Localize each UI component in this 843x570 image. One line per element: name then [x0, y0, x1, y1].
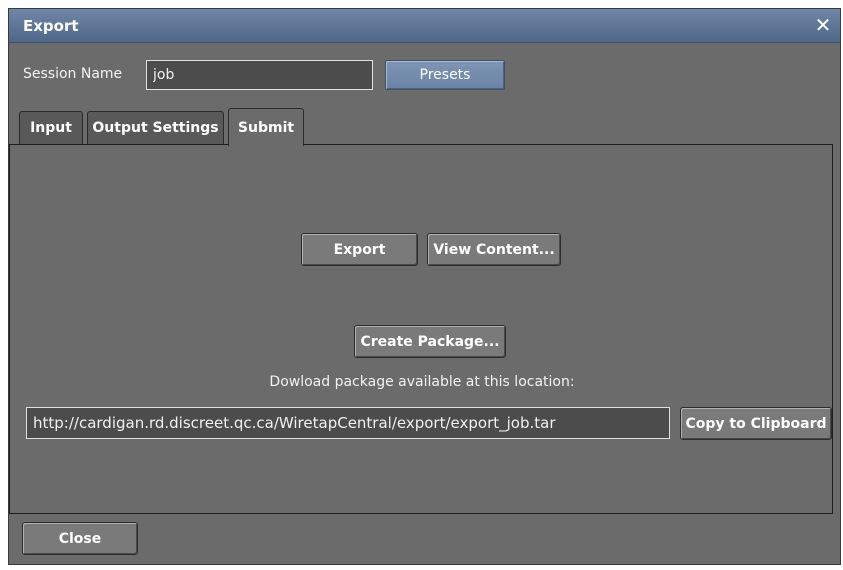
copy-to-clipboard-button[interactable]: Copy to Clipboard	[680, 407, 832, 440]
download-location-text: Dowload package available at this locati…	[269, 374, 575, 390]
create-package-button[interactable]: Create Package...	[354, 325, 506, 358]
window-title: Export	[23, 17, 79, 35]
tab-submit[interactable]: Submit	[228, 108, 304, 146]
session-name-label: Session Name	[23, 66, 123, 82]
tab-input[interactable]: Input	[19, 111, 83, 144]
close-button[interactable]: Close	[22, 522, 138, 555]
submit-panel: Export View Content... Create Package...…	[9, 144, 833, 514]
presets-button[interactable]: Presets	[385, 60, 505, 90]
tab-output-settings[interactable]: Output Settings	[87, 111, 224, 144]
session-name-input[interactable]	[146, 60, 373, 90]
export-dialog: Export ✕ Session Name Presets Input Outp…	[8, 8, 841, 565]
title-bar: Export ✕	[9, 9, 840, 43]
close-icon[interactable]: ✕	[812, 14, 834, 36]
view-content-button[interactable]: View Content...	[427, 233, 561, 266]
package-url-field[interactable]	[26, 407, 670, 439]
export-button[interactable]: Export	[301, 233, 418, 266]
